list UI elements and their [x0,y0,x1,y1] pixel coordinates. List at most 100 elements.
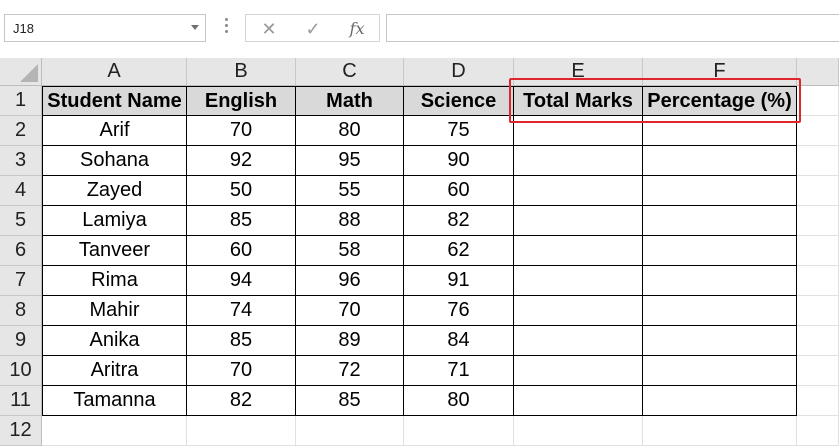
name-box[interactable]: J18 [4,14,206,42]
column-header-a[interactable]: A [42,58,187,86]
row-header-9[interactable]: 9 [0,326,42,356]
row-header-10[interactable]: 10 [0,356,42,386]
table-cell[interactable] [514,236,643,266]
table-cell[interactable] [514,296,643,326]
drag-handle-icon[interactable] [225,18,229,38]
chevron-down-icon[interactable] [191,25,199,30]
table-cell[interactable] [514,356,643,386]
empty-cell[interactable] [797,146,839,176]
table-cell[interactable]: 58 [296,236,404,266]
table-cell[interactable]: 85 [187,326,296,356]
empty-cell[interactable] [797,296,839,326]
table-cell[interactable]: 85 [187,206,296,236]
table-cell[interactable]: Tanveer [42,236,187,266]
table-cell[interactable] [643,386,797,416]
table-cell[interactable]: 95 [296,146,404,176]
row-header-5[interactable]: 5 [0,206,42,236]
table-cell[interactable]: 72 [296,356,404,386]
table-cell[interactable]: 76 [404,296,514,326]
table-cell[interactable]: 88 [296,206,404,236]
table-cell[interactable]: 91 [404,266,514,296]
row-header-8[interactable]: 8 [0,296,42,326]
empty-cell[interactable] [404,416,514,446]
table-cell[interactable]: Arif [42,116,187,146]
table-cell[interactable]: 94 [187,266,296,296]
table-cell[interactable]: Rima [42,266,187,296]
empty-cell[interactable] [797,266,839,296]
empty-cell[interactable] [797,86,839,116]
empty-cell[interactable] [797,386,839,416]
table-cell[interactable]: 85 [296,386,404,416]
table-cell[interactable] [514,326,643,356]
empty-cell[interactable] [296,416,404,446]
empty-cell[interactable] [643,416,797,446]
enter-icon[interactable]: ✓ [298,17,328,41]
row-header-6[interactable]: 6 [0,236,42,266]
empty-cell[interactable] [797,236,839,266]
empty-cell[interactable] [514,416,643,446]
table-cell[interactable]: 60 [187,236,296,266]
table-cell[interactable]: Tamanna [42,386,187,416]
row-header-7[interactable]: 7 [0,266,42,296]
table-cell[interactable]: 50 [187,176,296,206]
table-cell[interactable]: 82 [187,386,296,416]
table-cell[interactable]: 62 [404,236,514,266]
empty-cell[interactable] [797,356,839,386]
column-header-c[interactable]: C [296,58,404,86]
row-header-2[interactable]: 2 [0,116,42,146]
table-header-cell[interactable]: Student Name [42,86,187,116]
table-cell[interactable] [643,236,797,266]
cancel-icon[interactable]: ✕ [254,17,284,41]
table-cell[interactable]: 55 [296,176,404,206]
table-cell[interactable] [643,206,797,236]
table-cell[interactable] [514,146,643,176]
empty-cell[interactable] [42,416,187,446]
table-header-cell[interactable]: English [187,86,296,116]
empty-cell[interactable] [797,116,839,146]
table-header-cell[interactable]: Math [296,86,404,116]
table-cell[interactable]: 60 [404,176,514,206]
row-header-1[interactable]: 1 [0,86,42,116]
column-header-extra[interactable] [797,58,839,86]
row-header-11[interactable]: 11 [0,386,42,416]
table-cell[interactable] [643,296,797,326]
table-cell[interactable]: 89 [296,326,404,356]
table-cell[interactable] [514,176,643,206]
formula-input[interactable] [386,14,839,42]
select-all-corner[interactable] [0,58,42,86]
insert-function-icon[interactable]: fx [342,17,372,41]
table-cell[interactable]: Anika [42,326,187,356]
table-cell[interactable]: 70 [187,356,296,386]
table-cell[interactable] [514,386,643,416]
table-cell[interactable]: 70 [296,296,404,326]
empty-cell[interactable] [797,206,839,236]
table-cell[interactable] [643,266,797,296]
table-cell[interactable]: 80 [296,116,404,146]
table-cell[interactable]: 80 [404,386,514,416]
row-header-4[interactable]: 4 [0,176,42,206]
table-cell[interactable]: 74 [187,296,296,326]
table-cell[interactable]: Mahir [42,296,187,326]
empty-cell[interactable] [797,416,839,446]
column-header-b[interactable]: B [187,58,296,86]
table-cell[interactable]: 82 [404,206,514,236]
empty-cell[interactable] [797,176,839,206]
table-cell[interactable]: 96 [296,266,404,296]
table-cell[interactable] [643,356,797,386]
table-cell[interactable]: Zayed [42,176,187,206]
table-cell[interactable] [643,146,797,176]
table-cell[interactable]: Sohana [42,146,187,176]
table-cell[interactable]: Lamiya [42,206,187,236]
row-header-12[interactable]: 12 [0,416,42,446]
empty-cell[interactable] [797,326,839,356]
column-header-d[interactable]: D [404,58,514,86]
table-cell[interactable] [514,266,643,296]
table-cell[interactable]: 71 [404,356,514,386]
table-cell[interactable]: Aritra [42,356,187,386]
empty-cell[interactable] [187,416,296,446]
table-cell[interactable]: 70 [187,116,296,146]
row-header-3[interactable]: 3 [0,146,42,176]
table-header-cell[interactable]: Science [404,86,514,116]
table-cell[interactable]: 90 [404,146,514,176]
table-cell[interactable]: 92 [187,146,296,176]
